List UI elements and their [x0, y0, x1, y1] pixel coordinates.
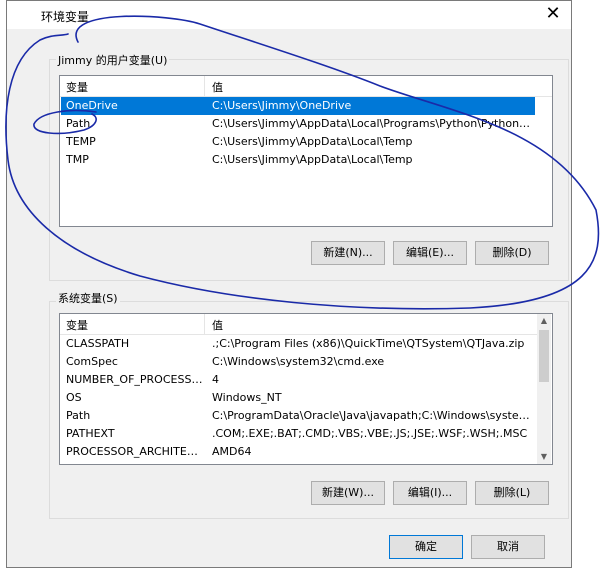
system-edit-button[interactable]: 编辑(I)... [393, 481, 467, 505]
user-edit-button[interactable]: 编辑(E)... [393, 241, 467, 265]
user-variable-value: C:\Users\Jimmy\AppData\Local\Temp [212, 153, 413, 166]
user-header-value[interactable]: 值 [212, 79, 223, 95]
user-delete-button[interactable]: 删除(D) [475, 241, 549, 265]
user-variable-row[interactable]: TMP C:\Users\Jimmy\AppData\Local\Temp [61, 151, 535, 169]
system-variable-name: Path [66, 409, 91, 422]
user-variable-value: C:\Users\Jimmy\AppData\Local\Temp [212, 135, 413, 148]
cancel-button[interactable]: 取消 [471, 535, 545, 559]
user-variable-row[interactable]: Path C:\Users\Jimmy\AppData\Local\Program… [61, 115, 535, 133]
system-variable-value: 4 [212, 373, 219, 386]
system-variable-name: PATHEXT [66, 427, 115, 440]
user-list-header: 变量 值 [60, 76, 552, 97]
system-variable-row[interactable]: ComSpec C:\Windows\system32\cmd.exe [61, 353, 537, 371]
close-icon[interactable]: ✕ [543, 4, 563, 24]
scroll-down-icon[interactable]: ▼ [537, 450, 551, 464]
system-variable-row[interactable]: Path C:\ProgramData\Oracle\Java\javapath;… [61, 407, 537, 425]
system-variable-value: .;C:\Program Files (x86)\QuickTime\QTSys… [212, 337, 525, 350]
user-variable-name: Path [66, 117, 91, 130]
system-new-button[interactable]: 新建(W)... [311, 481, 385, 505]
user-variable-name: OneDrive [66, 99, 118, 112]
scroll-up-icon[interactable]: ▲ [537, 314, 551, 328]
user-variable-name: TEMP [66, 135, 96, 148]
user-variable-row[interactable]: OneDrive C:\Users\Jimmy\OneDrive [61, 97, 535, 115]
user-variable-value: C:\Users\Jimmy\OneDrive [212, 99, 352, 112]
system-variable-row[interactable]: PATHEXT .COM;.EXE;.BAT;.CMD;.VBS;.VBE;.JS… [61, 425, 537, 443]
system-variable-value: .COM;.EXE;.BAT;.CMD;.VBS;.VBE;.JS;.JSE;.… [212, 427, 528, 440]
system-variables-label: 系统变量(S) [56, 290, 120, 306]
system-variable-name: OS [66, 391, 82, 404]
system-variable-row[interactable]: OS Windows_NT [61, 389, 537, 407]
system-variable-name: CLASSPATH [66, 337, 130, 350]
title-bar[interactable]: 环境变量 ✕ [7, 1, 571, 29]
system-variable-value: Windows_NT [212, 391, 282, 404]
user-variables-label: Jimmy 的用户变量(U) [56, 52, 170, 68]
system-variable-name: ComSpec [66, 355, 118, 368]
system-delete-button[interactable]: 删除(L) [475, 481, 549, 505]
window-title: 环境变量 [41, 10, 90, 24]
environment-variables-dialog: 环境变量 ✕ Jimmy 的用户变量(U) 变量 值 OneDrive C:\Us… [6, 0, 572, 568]
system-header-name[interactable]: 变量 [66, 317, 88, 333]
user-variable-name: TMP [66, 153, 89, 166]
scroll-thumb[interactable] [539, 330, 549, 382]
system-list-header: 变量 值 [60, 314, 537, 335]
system-variable-name: PROCESSOR_ARCHITECT... [66, 445, 204, 458]
system-variable-row[interactable]: CLASSPATH .;C:\Program Files (x86)\QuickT… [61, 335, 537, 353]
system-variable-name: NUMBER_OF_PROCESSORS [66, 373, 204, 386]
system-variable-row[interactable]: PROCESSOR_ARCHITECT... AMD64 [61, 443, 537, 461]
system-variable-row[interactable]: NUMBER_OF_PROCESSORS 4 [61, 371, 537, 389]
system-variable-value: AMD64 [212, 445, 252, 458]
user-variable-row[interactable]: TEMP C:\Users\Jimmy\AppData\Local\Temp [61, 133, 535, 151]
system-variable-value: C:\ProgramData\Oracle\Java\javapath;C:\W… [212, 409, 534, 422]
user-new-button[interactable]: 新建(N)... [311, 241, 385, 265]
system-variables-list[interactable]: 变量 值 CLASSPATH .;C:\Program Files (x86)\Q… [59, 313, 553, 465]
user-header-name[interactable]: 变量 [66, 79, 88, 95]
user-variables-list[interactable]: 变量 值 OneDrive C:\Users\Jimmy\OneDrive Path… [59, 75, 553, 227]
user-variable-value: C:\Users\Jimmy\AppData\Local\Programs\Py… [212, 117, 534, 130]
system-variable-value: C:\Windows\system32\cmd.exe [212, 355, 385, 368]
ok-button[interactable]: 确定 [389, 535, 463, 559]
system-list-scrollbar[interactable]: ▲ ▼ [537, 314, 551, 464]
system-header-value[interactable]: 值 [212, 317, 223, 333]
